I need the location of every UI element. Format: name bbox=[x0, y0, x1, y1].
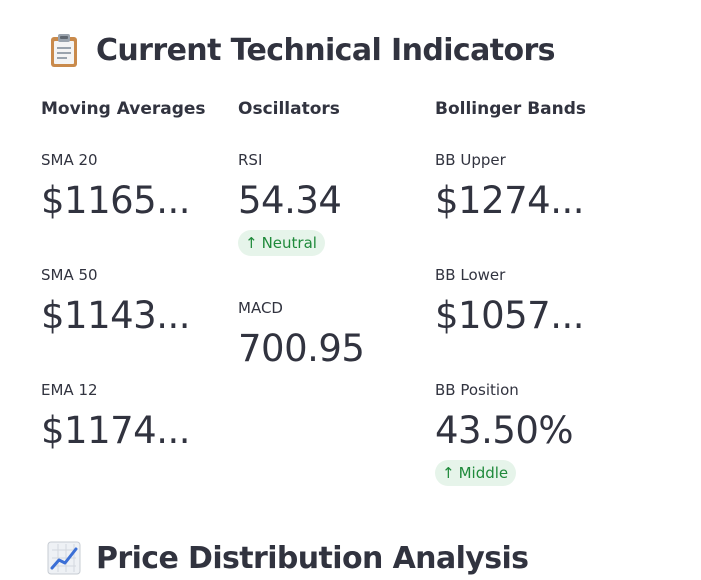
metric-delta-text: Neutral bbox=[261, 234, 317, 252]
metric-value: 700.95 bbox=[238, 327, 365, 370]
section-title: Price Distribution Analysis bbox=[96, 540, 529, 576]
metric-bb-upper: BB Upper $1274... bbox=[435, 151, 585, 222]
metric-value: 43.50% bbox=[435, 409, 574, 452]
metric-label: EMA 12 bbox=[41, 381, 98, 399]
metric-value: $1274... bbox=[435, 179, 585, 222]
metric-label: RSI bbox=[238, 151, 263, 169]
metric-delta-text: Middle bbox=[458, 464, 509, 482]
metric-value: $1057... bbox=[435, 294, 585, 337]
section-heading-technical-indicators: Current Technical Indicators bbox=[46, 32, 556, 68]
metric-rsi: RSI 54.34 ↑ Neutral bbox=[238, 151, 342, 256]
page-title: Current Technical Indicators bbox=[96, 32, 556, 68]
metric-bb-lower: BB Lower $1057... bbox=[435, 266, 585, 337]
metric-bb-position: BB Position 43.50% ↑ Middle bbox=[435, 381, 574, 486]
metric-label: BB Lower bbox=[435, 266, 506, 284]
metric-sma-50: SMA 50 $1143... bbox=[41, 266, 191, 337]
metric-value: 54.34 bbox=[238, 179, 342, 222]
arrow-up-icon: ↑ bbox=[442, 464, 455, 482]
metric-label: MACD bbox=[238, 299, 283, 317]
arrow-up-icon: ↑ bbox=[245, 234, 258, 252]
column-header-bollinger-bands: Bollinger Bands bbox=[435, 99, 587, 119]
metric-value: $1174... bbox=[41, 409, 191, 452]
metric-value: $1165... bbox=[41, 179, 191, 222]
metric-label: BB Position bbox=[435, 381, 519, 399]
column-header-moving-averages: Moving Averages bbox=[41, 99, 206, 119]
metric-ema-12: EMA 12 $1174... bbox=[41, 381, 191, 452]
metric-label: SMA 50 bbox=[41, 266, 98, 284]
metric-value: $1143... bbox=[41, 294, 191, 337]
section-heading-price-distribution: Price Distribution Analysis bbox=[46, 540, 529, 576]
metric-macd: MACD 700.95 bbox=[238, 299, 365, 370]
metric-label: BB Upper bbox=[435, 151, 506, 169]
clipboard-icon bbox=[46, 32, 82, 68]
metric-label: SMA 20 bbox=[41, 151, 98, 169]
chart-increasing-icon bbox=[46, 540, 82, 576]
metric-delta-badge: ↑ Middle bbox=[435, 460, 517, 486]
metric-delta-badge: ↑ Neutral bbox=[238, 230, 325, 256]
column-header-oscillators: Oscillators bbox=[238, 99, 340, 119]
metric-sma-20: SMA 20 $1165... bbox=[41, 151, 191, 222]
